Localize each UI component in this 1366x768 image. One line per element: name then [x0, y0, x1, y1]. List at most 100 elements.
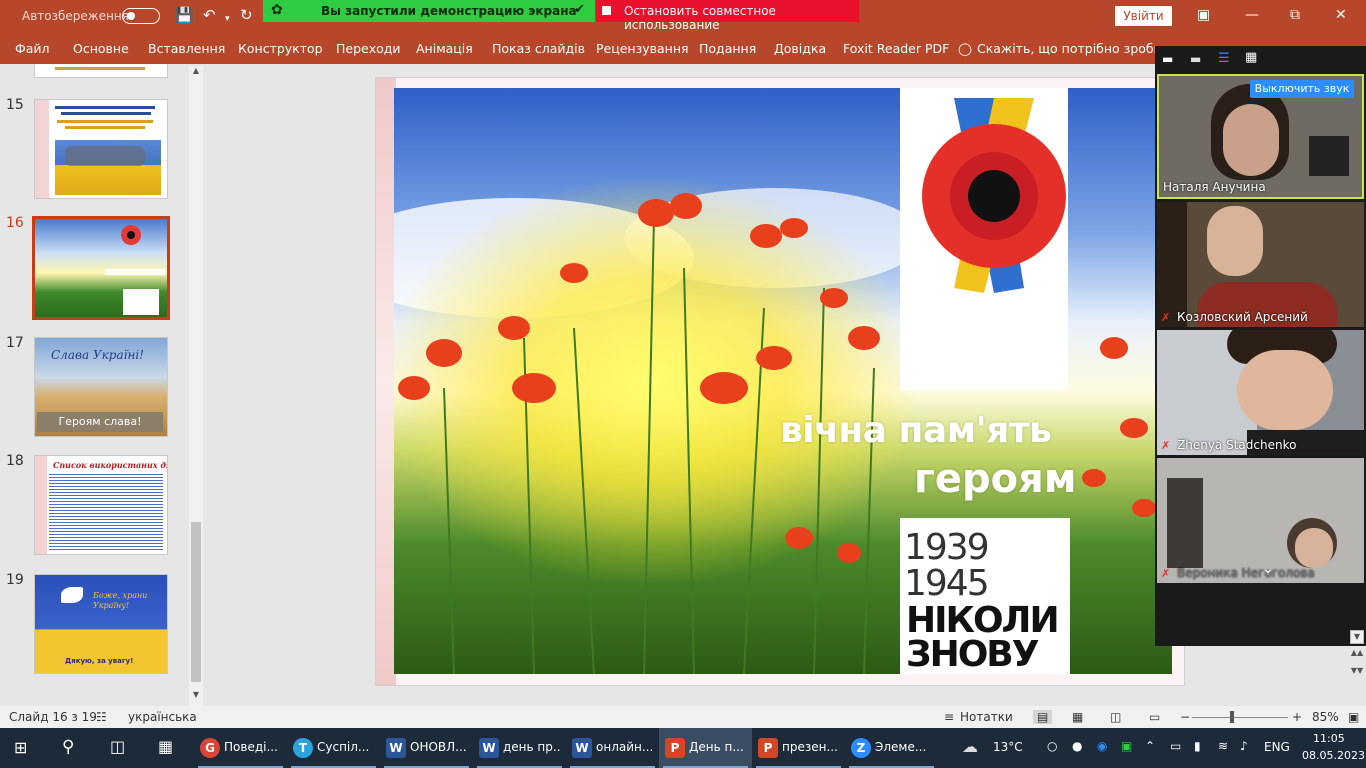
slide-thumb-14[interactable]	[34, 64, 168, 78]
weather-cloud-icon[interactable]: ☁	[962, 737, 978, 756]
stop-share-button[interactable]: Остановить совместное использование	[596, 0, 859, 32]
taskbar-app-label: Поведі...	[224, 740, 278, 754]
scroll-thumb[interactable]	[191, 522, 201, 682]
taskbar-app-label: день пр...	[503, 740, 561, 754]
zoom-collapse-chevron-icon[interactable]: ⌄	[1262, 561, 1274, 577]
wifi-icon[interactable]: ≋	[1218, 739, 1228, 753]
stop-share-label: Остановить совместное использование	[624, 4, 776, 32]
fit-to-window-icon[interactable]: ▣	[1348, 710, 1359, 724]
word-icon: W	[386, 738, 406, 758]
save-icon[interactable]: 💾	[175, 6, 194, 24]
weather-temperature[interactable]: 13°C	[993, 740, 1023, 754]
participant-tile-3[interactable]: Zhenya Stadchenko ✗	[1157, 330, 1364, 455]
restore-icon[interactable]: ⧉	[1290, 7, 1300, 23]
tab-file[interactable]: Файл	[15, 41, 50, 56]
clock-date[interactable]: 08.05.2023	[1302, 749, 1365, 762]
battery-icon[interactable]: ▮	[1194, 739, 1201, 753]
taskbar-app-telegram[interactable]: T Суспіл...	[287, 728, 380, 768]
thumb-19-text: Дякую, за увагу!	[65, 657, 134, 665]
taskbar-app-word-2[interactable]: W день пр...	[473, 728, 566, 768]
undo-icon[interactable]: ↶	[203, 6, 216, 24]
calculator-icon[interactable]: ▦	[158, 737, 173, 756]
undo-dropdown-icon[interactable]: ▾	[225, 10, 230, 28]
slide-never-2: ЗНОВУ	[906, 634, 1040, 674]
participant-name: Zhenya Stadchenko	[1177, 438, 1297, 452]
task-view-icon[interactable]: ◫	[110, 737, 125, 756]
participant-tile-4[interactable]: Вероника Негоголова ✗	[1157, 458, 1364, 583]
participant-name: Наталя Анучина	[1163, 180, 1266, 194]
zoom-slider-thumb[interactable]	[1230, 711, 1234, 723]
tab-slideshow[interactable]: Показ слайдів	[492, 41, 585, 56]
volume-icon[interactable]: ♪	[1240, 739, 1248, 753]
tab-transitions[interactable]: Переходи	[336, 41, 401, 56]
taskbar-app-powerpoint-2[interactable]: P презен...	[752, 728, 845, 768]
slide-sorter-icon[interactable]: ▦	[1072, 710, 1083, 724]
search-icon[interactable]: ⚲	[62, 737, 74, 757]
zoom-gallery-grid-icon[interactable]: ▦	[1245, 50, 1257, 65]
tell-me-search[interactable]: Скажіть, що потрібно зробити	[977, 41, 1177, 56]
slide-number: 19	[6, 572, 24, 588]
minimize-icon[interactable]: —	[1245, 7, 1259, 23]
tab-animations[interactable]: Анімація	[416, 41, 473, 56]
normal-view-icon[interactable]: ▤	[1033, 710, 1053, 724]
taskbar-app-zoom[interactable]: Z Элеме...	[845, 728, 938, 768]
taskbar-app-word-1[interactable]: W ОНОВЛ...	[380, 728, 473, 768]
zoom-in-icon[interactable]: +	[1292, 710, 1302, 724]
notes-button[interactable]: Нотатки	[960, 710, 1013, 724]
zoom-out-icon[interactable]: −	[1180, 710, 1190, 724]
accessibility-icon[interactable]: ☷	[96, 710, 107, 724]
close-icon[interactable]: ✕	[1335, 7, 1347, 23]
tab-home[interactable]: Основне	[73, 41, 129, 56]
microphone-icon[interactable]: ●	[1072, 739, 1082, 753]
zoom-minimize-icon[interactable]: ▬	[1162, 52, 1173, 66]
windows-taskbar: ⊞ ⚲ ◫ ▦ G Поведі... T Суспіл... W ОНОВЛ.…	[0, 728, 1366, 768]
redo-icon[interactable]: ↻	[240, 6, 253, 24]
slide-thumb-18[interactable]: Список використаних джерел:	[34, 455, 168, 555]
taskbar-app-word-3[interactable]: W онлайн...	[566, 728, 659, 768]
clock-time[interactable]: 11:05	[1313, 732, 1345, 745]
input-language[interactable]: ENG	[1264, 740, 1290, 754]
zoom-speaker-view-icon[interactable]: ▬	[1190, 52, 1201, 66]
reading-view-icon[interactable]: ◫	[1110, 710, 1121, 724]
slide-thumb-16-selected[interactable]	[32, 216, 170, 320]
prev-slide-icon[interactable]: ▲▲	[1350, 648, 1364, 664]
slide-thumb-17[interactable]: Слава Україні! Героям слава!	[34, 337, 168, 437]
zoom-slider[interactable]	[1192, 717, 1288, 718]
taskbar-app-chrome[interactable]: G Поведі...	[194, 728, 287, 768]
zoom-level[interactable]: 85%	[1312, 710, 1339, 724]
chrome-icon: G	[200, 738, 220, 758]
telegram-icon: T	[293, 738, 313, 758]
tab-foxit[interactable]: Foxit Reader PDF	[843, 41, 949, 56]
telegram-tray-icon[interactable]: ○	[1047, 739, 1057, 753]
thumbnail-scrollbar[interactable]: ▲ ▼	[189, 66, 203, 706]
slide-thumb-19[interactable]: Боже, храни Україну! Дякую, за увагу!	[34, 574, 168, 674]
signin-button[interactable]: Увійти	[1115, 6, 1172, 26]
slide-thumb-15[interactable]	[34, 99, 168, 199]
participant-tile-2[interactable]: Козловский Арсений ✗	[1157, 202, 1364, 327]
next-slide-icon[interactable]: ▼▼	[1350, 666, 1364, 682]
mute-participant-button[interactable]: Выключить звук	[1250, 80, 1354, 98]
zoom-tray-icon[interactable]: ◉	[1097, 739, 1107, 753]
thumb-18-title: Список використаних джерел:	[53, 460, 167, 470]
slideshow-icon[interactable]: ▭	[1149, 710, 1160, 724]
app-tray-icon[interactable]: ▣	[1121, 739, 1132, 753]
muted-mic-icon: ✗	[1161, 311, 1171, 324]
autosave-toggle[interactable]	[122, 8, 160, 24]
tab-review[interactable]: Рецензування	[596, 41, 689, 56]
scroll-down-icon[interactable]: ▼	[190, 690, 202, 702]
tray-expand-icon[interactable]: ⌃	[1145, 739, 1155, 753]
editor-scroll-down-icon[interactable]: ▼	[1350, 630, 1364, 644]
slide-image-poppies[interactable]: вічна пам'ять героям 1939 1945 НІКОЛИ ЗН…	[394, 88, 1172, 674]
language-indicator[interactable]: українська	[128, 710, 197, 724]
tab-insert[interactable]: Вставлення	[148, 41, 225, 56]
tab-design[interactable]: Конструктор	[238, 41, 323, 56]
windows-start-icon[interactable]: ⊞	[14, 738, 27, 757]
tab-view[interactable]: Подання	[699, 41, 756, 56]
scroll-up-icon[interactable]: ▲	[190, 66, 202, 78]
participant-tile-1[interactable]: Выключить звук Наталя Анучина	[1157, 74, 1364, 199]
tab-help[interactable]: Довідка	[774, 41, 826, 56]
display-icon[interactable]: ▭	[1170, 739, 1181, 753]
taskbar-app-powerpoint-active[interactable]: P День п...	[659, 728, 752, 768]
zoom-gallery-strip-icon[interactable]: ☰	[1218, 51, 1230, 66]
ribbon-display-icon[interactable]: ▣	[1197, 7, 1210, 23]
